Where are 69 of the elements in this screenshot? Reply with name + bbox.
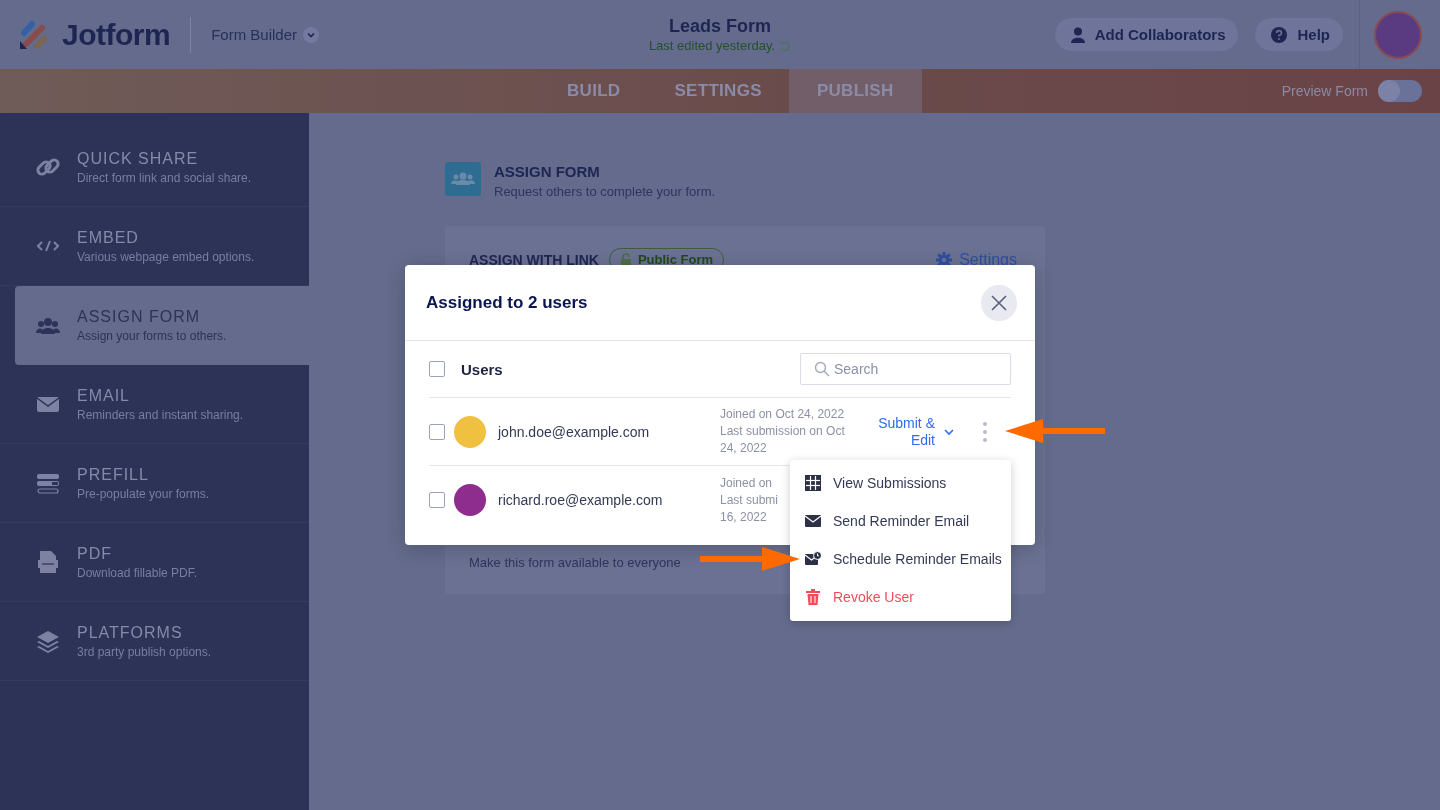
chevron-down-icon <box>303 26 320 43</box>
form-title: Leads Form <box>669 16 771 36</box>
profile-avatar[interactable] <box>1374 10 1422 59</box>
sidebar-item[interactable]: EMAIL Reminders and instant sharing. <box>0 365 309 444</box>
checkbox[interactable] <box>429 423 445 440</box>
close-button[interactable] <box>981 284 1017 321</box>
group-icon <box>445 162 481 196</box>
more-options-button[interactable] <box>983 421 987 442</box>
envelope-icon <box>805 513 821 529</box>
item-description: Pre-populate your forms. <box>77 486 210 501</box>
envelope-clock-icon <box>805 551 821 567</box>
person-icon <box>1070 26 1085 43</box>
help-icon <box>1271 26 1288 43</box>
item-title: EMBED <box>77 228 140 247</box>
item-title: PREFILL <box>77 465 150 484</box>
layers-icon <box>36 629 60 653</box>
vertical-dots-icon <box>983 421 987 442</box>
item-description: Reminders and instant sharing. <box>77 407 244 422</box>
menu-item[interactable]: Revoke User <box>790 578 1011 616</box>
add-collaborators-button[interactable]: Add Collaborators <box>1054 18 1239 51</box>
pen-stripes-icon <box>18 18 48 51</box>
help-button[interactable]: Help <box>1255 18 1343 51</box>
form-fields-icon <box>36 471 60 495</box>
checkbox[interactable] <box>429 361 445 377</box>
item-title: PLATFORMS <box>77 623 184 642</box>
preview-form-label: Preview Form <box>1281 83 1368 99</box>
item-description: Various webpage embed options. <box>77 249 255 264</box>
tab[interactable]: SETTINGS <box>647 69 789 113</box>
pdf-file-icon <box>36 550 60 574</box>
section-title: ASSIGN FORM <box>494 163 601 180</box>
sidebar-item[interactable]: PLATFORMS 3rd party publish options. <box>0 602 309 681</box>
item-description: Direct form link and social share. <box>77 170 252 185</box>
card-description: Make this form available to everyone <box>469 555 681 570</box>
sidebar-item[interactable]: QUICK SHARE Direct form link and social share. <box>0 128 309 207</box>
grid-icon <box>805 475 821 491</box>
user-date-info: Joined on Oct 24, 2022 <box>720 406 845 423</box>
column-header: Users <box>461 360 503 378</box>
dialog-title: Assigned to 2 users <box>426 292 588 313</box>
link-icon <box>36 155 60 179</box>
user-email: john.doe@example.com <box>498 423 651 440</box>
sidebar-item[interactable]: PDF Download fillable PDF. <box>0 523 309 602</box>
app-switcher[interactable]: Form Builder <box>211 26 320 43</box>
logo-wordmark[interactable]: Jotform <box>62 17 171 52</box>
card-title: ASSIGN WITH LINK <box>469 251 599 268</box>
user-email: richard.roe@example.com <box>498 492 664 508</box>
item-title: PDF <box>77 544 113 563</box>
permission-dropdown[interactable]: Submit & Edit <box>874 414 954 449</box>
close-icon <box>991 294 1007 311</box>
user-date-info: Joined on <box>720 474 773 492</box>
sidebar-item[interactable]: PREFILL Pre-populate your forms. <box>0 444 309 523</box>
checkbox[interactable] <box>429 492 445 508</box>
user-date-info: Last submi <box>720 491 779 509</box>
preview-toggle[interactable] <box>1378 80 1422 102</box>
search-field[interactable]: Search <box>800 353 1011 385</box>
item-description: 3rd party publish options. <box>77 644 212 659</box>
trash-icon <box>805 589 821 605</box>
item-title: ASSIGN FORM <box>77 308 201 326</box>
user-date-info: 16, 2022 <box>720 508 767 526</box>
last-edited-text: Last edited yesterday. <box>648 38 776 53</box>
user-date-info: 24, 2022 <box>720 440 767 457</box>
item-description: Download fillable PDF. <box>77 565 198 580</box>
item-title: EMAIL <box>77 386 131 405</box>
item-title: QUICK SHARE <box>77 149 200 168</box>
chevron-down-icon <box>944 427 954 436</box>
menu-item[interactable]: View Submissions <box>790 464 1011 502</box>
undo-icon <box>779 39 792 52</box>
menu-item[interactable]: Send Reminder Email <box>790 502 1011 540</box>
tab[interactable]: BUILD <box>540 69 648 113</box>
user-date-info: Last submission on Oct <box>720 423 845 440</box>
